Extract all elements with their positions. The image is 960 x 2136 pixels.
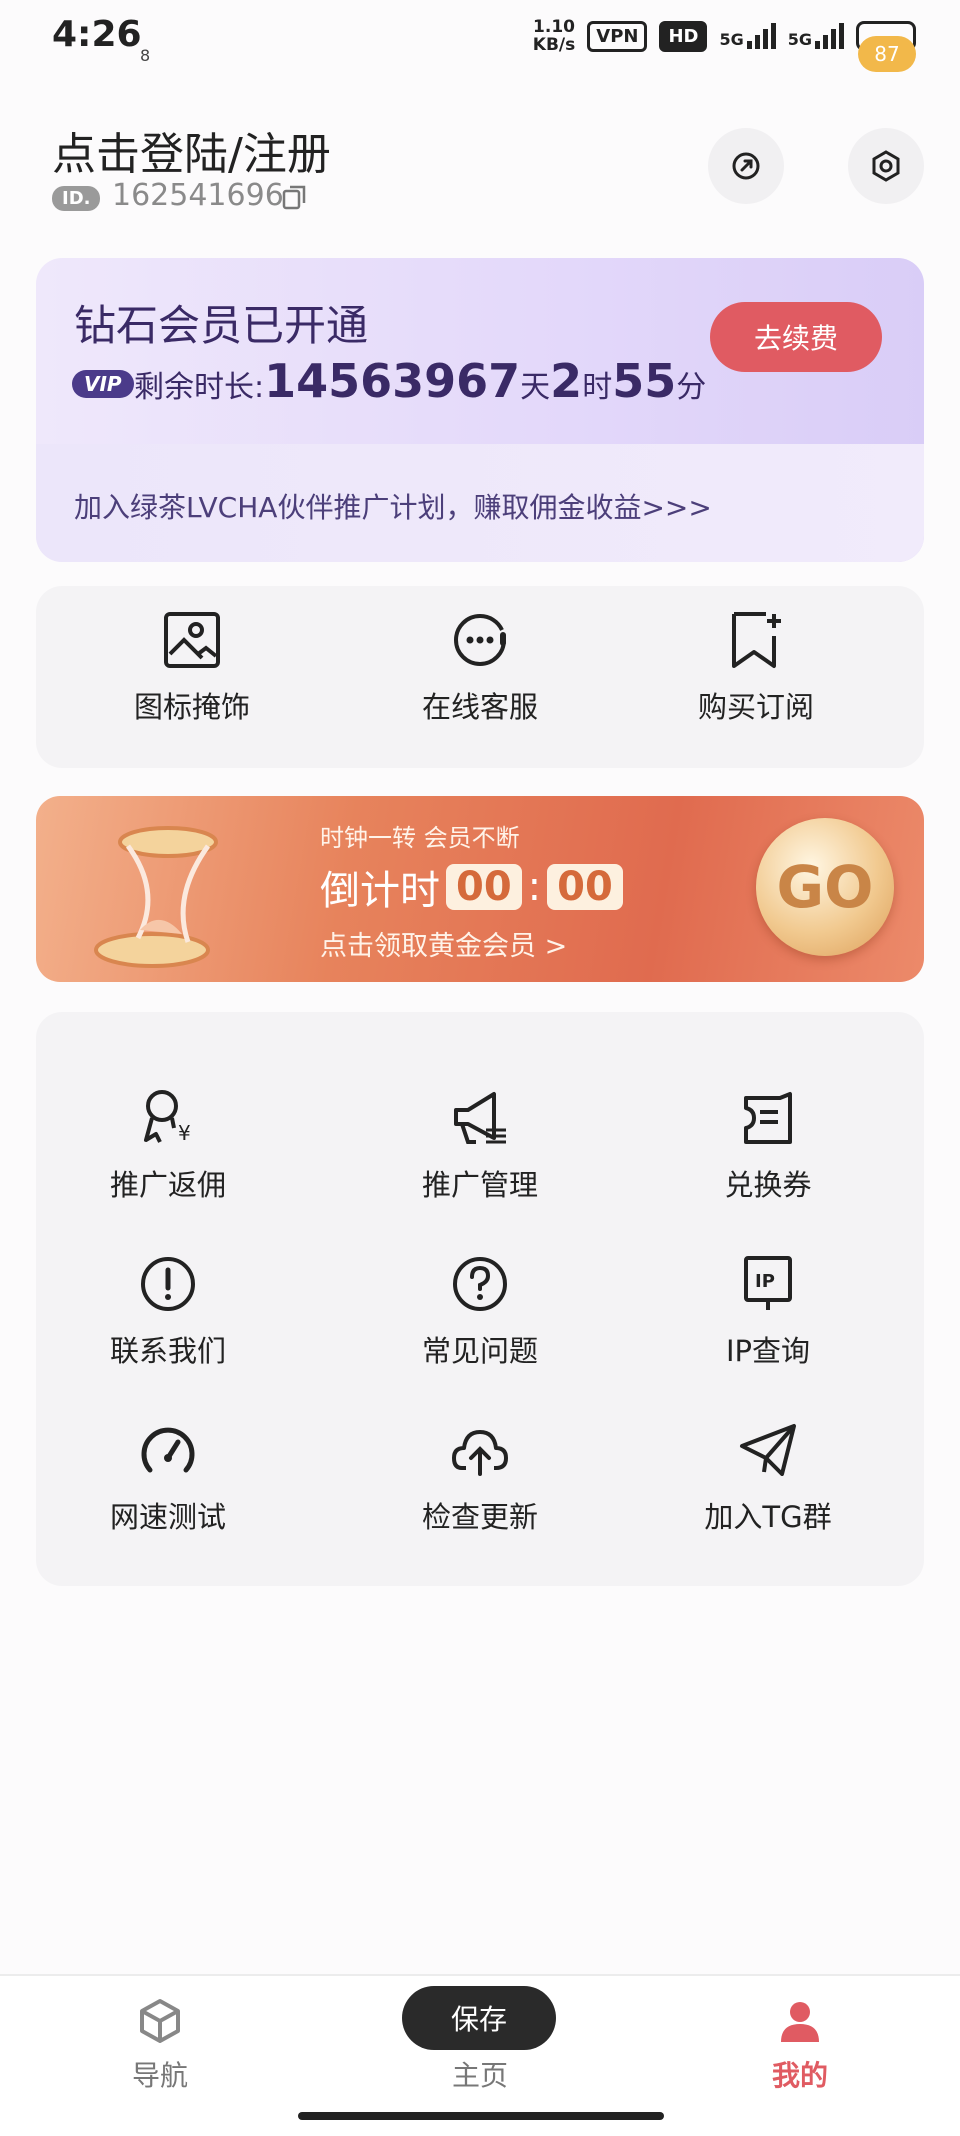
menu-item-coupon[interactable]: 兑换券 (678, 1088, 858, 1204)
menu-item-label: 常见问题 (421, 1334, 538, 1368)
gear-icon (872, 150, 900, 182)
vip-tag: VIP (72, 370, 134, 398)
cloud-upload-icon (452, 1430, 508, 1476)
menu-item-label: 推广管理 (421, 1168, 538, 1202)
nav-item-navigation[interactable]: 导航 (100, 1998, 220, 2094)
menu-item-label: 检查更新 (421, 1500, 538, 1534)
menu-item-speed-test[interactable]: 网速测试 (78, 1420, 258, 1536)
quick-item-icon-disguise[interactable]: 图标掩饰 (112, 610, 272, 726)
status-time: 4:26 (52, 14, 142, 55)
home-indicator[interactable] (298, 2112, 664, 2120)
copy-icon[interactable] (282, 184, 308, 210)
user-id: 162541696 (112, 178, 284, 213)
battery-badge: 87 (858, 36, 916, 72)
partner-promo-link[interactable]: 加入绿茶LVCHA伙伴推广计划，赚取佣金收益>>> (74, 486, 712, 526)
login-register-link[interactable]: 点击登陆/注册 (52, 118, 331, 182)
menu-item-join-tg[interactable]: 加入TG群 (678, 1420, 858, 1536)
menu-item-label: 加入TG群 (704, 1500, 832, 1534)
commission-icon: ¥ (144, 1090, 191, 1145)
menu-item-label: 推广返佣 (109, 1168, 226, 1202)
menu-item-label: IP查询 (725, 1334, 811, 1368)
countdown-minutes: 00 (446, 864, 522, 910)
megaphone-icon (454, 1092, 506, 1144)
id-badge: ID. (52, 186, 101, 211)
banner-subtitle: 时钟一转 会员不断 (320, 824, 520, 852)
menu-item-label: 网速测试 (109, 1500, 226, 1534)
menu-item-label: 兑换券 (724, 1168, 812, 1202)
settings-button[interactable] (848, 128, 924, 204)
go-button[interactable]: GO (756, 818, 894, 956)
network-speed: 1.10 KB/s (532, 17, 576, 55)
alert-circle-icon (141, 1257, 195, 1311)
signal-icon: 5G (719, 23, 776, 49)
hourglass-icon (94, 826, 218, 968)
claim-gold-link[interactable]: 点击领取黄金会员 > (320, 924, 567, 963)
nav-label: 主页 (451, 2059, 508, 2092)
vip-card: 钻石会员已开通 VIP 剩余时长: 14563967 天 2 时 55 分 去续… (36, 258, 924, 562)
quick-item-buy-subscription[interactable]: 购买订阅 (676, 610, 836, 726)
ticket-icon (744, 1092, 792, 1144)
telegram-icon (740, 1424, 796, 1476)
nav-item-mine[interactable]: 我的 (740, 1998, 860, 2094)
menu-item-ip-lookup[interactable]: IP IP查询 (678, 1254, 858, 1370)
signal-icon: 5G (788, 23, 844, 49)
vip-title: 钻石会员已开通 (74, 301, 369, 350)
share-button[interactable] (708, 128, 784, 204)
user-icon (781, 2002, 819, 2042)
save-toast: 保存 (402, 1986, 556, 2050)
vpn-indicator: VPN (587, 20, 648, 52)
menu-item-promo-management[interactable]: 推广管理 (390, 1088, 570, 1204)
menu-item-contact[interactable]: 联系我们 (78, 1254, 258, 1370)
quick-item-label: 图标掩饰 (133, 690, 250, 724)
status-note: 8 (140, 46, 151, 65)
countdown-banner[interactable]: 时钟一转 会员不断 倒计时 00 : 00 点击领取黄金会员 > GO (36, 796, 924, 982)
ip-icon: IP (744, 1256, 792, 1310)
share-icon (732, 152, 760, 180)
bookmark-plus-icon (732, 612, 781, 668)
banner-countdown: 倒计时 00 : 00 (320, 858, 623, 916)
menu-item-commission[interactable]: ¥ 推广返佣 (78, 1088, 258, 1204)
remaining-time: 剩余时长: 14563967 天 2 时 55 分 (134, 354, 707, 408)
cube-icon (140, 1999, 180, 2043)
renew-button[interactable]: 去续费 (710, 302, 882, 372)
image-icon (164, 612, 220, 668)
quick-item-label: 购买订阅 (697, 690, 814, 724)
svg-text:IP: IP (755, 1271, 775, 1292)
quick-item-online-support[interactable]: 在线客服 (400, 610, 560, 726)
speedometer-icon (141, 1427, 195, 1473)
menu-item-check-update[interactable]: 检查更新 (390, 1420, 570, 1536)
quick-actions-card: 图标掩饰 在线客服 购买订阅 (36, 586, 924, 768)
menu-item-faq[interactable]: 常见问题 (390, 1254, 570, 1370)
svg-text:¥: ¥ (178, 1121, 191, 1145)
question-icon (453, 1257, 507, 1311)
quick-item-label: 在线客服 (421, 690, 538, 724)
menu-card: ¥ 推广返佣 推广管理 兑换券 联系我们 常见问题 IP IP查询 网速测试 检… (36, 1012, 924, 1586)
hd-indicator: HD (659, 20, 708, 52)
nav-label: 我的 (771, 2059, 828, 2092)
countdown-seconds: 00 (547, 864, 623, 910)
menu-item-label: 联系我们 (109, 1334, 226, 1368)
chat-icon (454, 613, 506, 666)
nav-label: 导航 (131, 2059, 188, 2092)
